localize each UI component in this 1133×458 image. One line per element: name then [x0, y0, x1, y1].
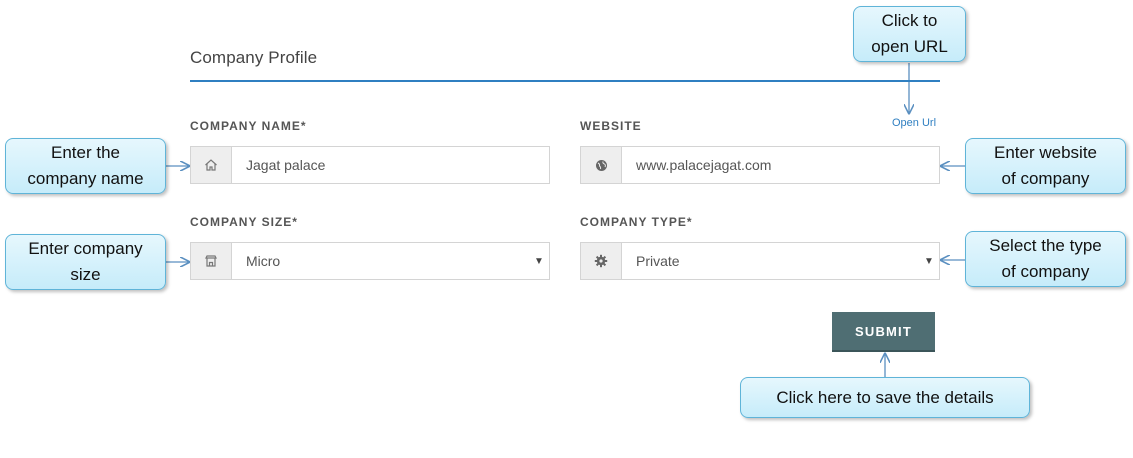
callout-line: open URL [871, 37, 948, 56]
submit-button[interactable]: SUBMIT [832, 312, 935, 352]
website-input[interactable]: www.palacejagat.com [622, 147, 939, 183]
company-name-field[interactable]: Jagat palace [190, 146, 550, 184]
callout-line: Enter website [994, 143, 1097, 162]
callout-company-size: Enter company size [5, 234, 166, 290]
chevron-down-icon[interactable]: ▼ [919, 243, 939, 279]
building-icon [191, 243, 232, 279]
callout-company-name: Enter the company name [5, 138, 166, 194]
company-size-value: Micro [246, 253, 281, 269]
company-type-label: COMPANY TYPE* [580, 215, 693, 229]
callout-line: Enter the [50, 143, 120, 162]
company-name-label: COMPANY NAME* [190, 119, 307, 133]
callout-open-url: Click to open URL [853, 6, 966, 62]
callout-line: of company [1001, 262, 1090, 281]
website-label: WEBSITE [580, 119, 642, 133]
open-url-link[interactable]: Open Url [892, 117, 936, 129]
callout-website: Enter website of company [965, 138, 1126, 194]
website-field[interactable]: www.palacejagat.com [580, 146, 940, 184]
callout-line: Enter company [28, 239, 143, 258]
gear-icon [581, 243, 622, 279]
company-type-value: Private [636, 253, 680, 269]
company-size-label: COMPANY SIZE* [190, 215, 298, 229]
section-title: Company Profile [190, 48, 318, 67]
callout-line: of company [1001, 169, 1090, 188]
section-divider [190, 80, 940, 82]
callout-company-type: Select the type of company [965, 231, 1126, 287]
callout-line: company name [27, 169, 144, 188]
globe-icon [581, 147, 622, 183]
company-name-input[interactable]: Jagat palace [232, 147, 549, 183]
home-icon [191, 147, 232, 183]
callout-line: Select the type [989, 236, 1102, 255]
callout-line: Click here to save the details [776, 387, 994, 407]
company-size-select[interactable]: Micro ▼ [190, 242, 550, 280]
callout-line: Click to [881, 11, 938, 30]
chevron-down-icon[interactable]: ▼ [529, 243, 549, 279]
callout-line: size [70, 265, 101, 284]
callout-submit: Click here to save the details [740, 377, 1030, 418]
company-type-select[interactable]: Private ▼ [580, 242, 940, 280]
